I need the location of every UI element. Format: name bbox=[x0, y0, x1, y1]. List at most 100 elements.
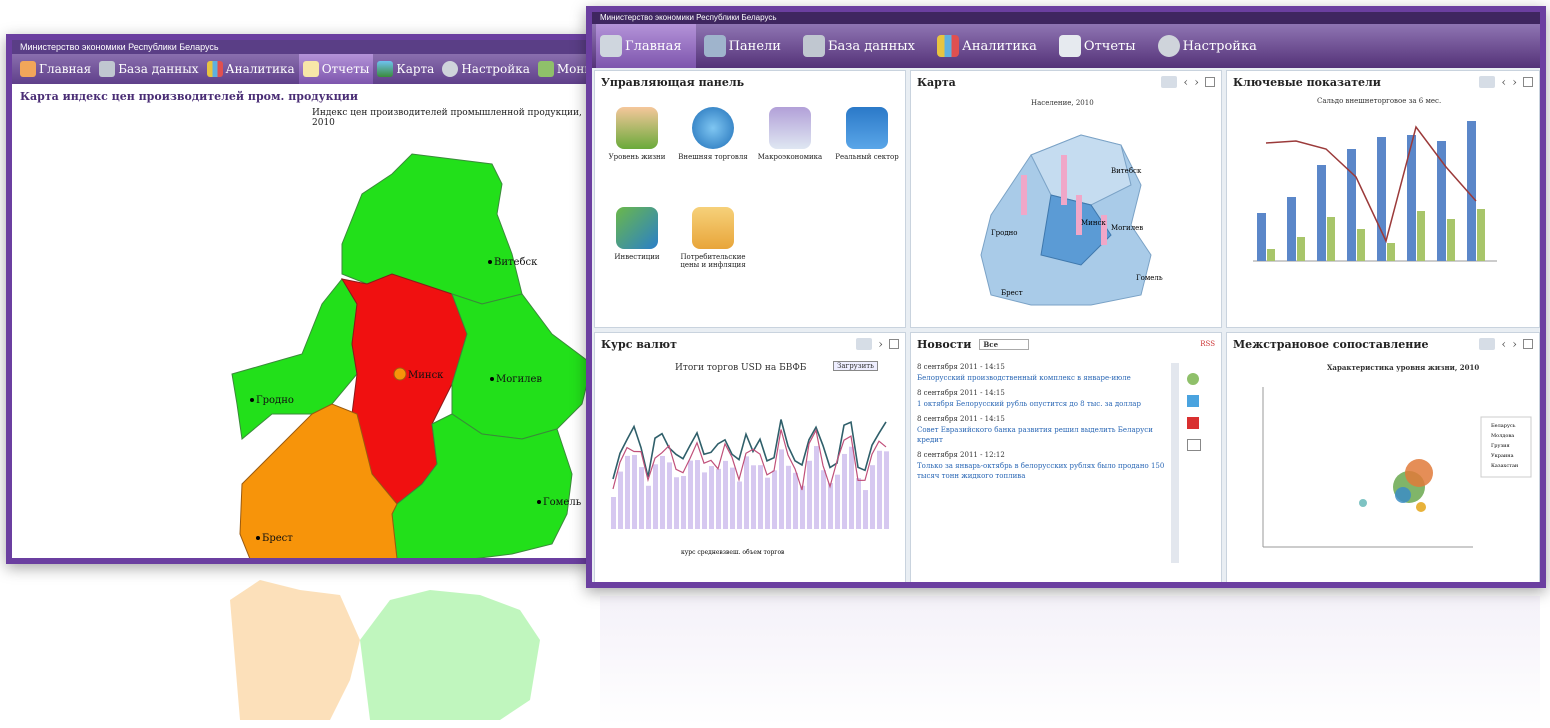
nav-reports[interactable]: Отчеты bbox=[1055, 24, 1150, 68]
map-bar bbox=[1021, 175, 1027, 215]
comparison-panel: Межстрановое сопоставление ‹ › Характери… bbox=[1226, 332, 1540, 582]
region-mogilev[interactable] bbox=[451, 293, 586, 440]
chevron-left-icon[interactable]: ‹ bbox=[1501, 75, 1506, 89]
chevron-left-icon[interactable]: ‹ bbox=[1501, 337, 1506, 351]
magnet-icon[interactable] bbox=[1187, 417, 1199, 429]
bar-blue bbox=[1377, 137, 1386, 261]
control-panel: Управляющая панель Уровень жизни Внешняя… bbox=[594, 70, 906, 328]
tile-investments[interactable]: Инвестиции bbox=[597, 207, 677, 261]
minsk-city-marker[interactable] bbox=[393, 367, 407, 381]
chevron-right-icon[interactable]: › bbox=[1512, 337, 1517, 351]
tile-macroeconomics[interactable]: Макроэкономика bbox=[750, 107, 830, 161]
news-link[interactable]: Только за январь-октябрь в белорусских р… bbox=[917, 461, 1165, 481]
nav-settings[interactable]: Настройка bbox=[438, 54, 534, 84]
price-tag-icon bbox=[692, 207, 734, 249]
nav-settings[interactable]: Настройка bbox=[1154, 24, 1271, 68]
news-link[interactable]: Белорусский производственный комплекс в … bbox=[917, 373, 1165, 383]
volume-bar bbox=[674, 477, 679, 529]
database-icon bbox=[99, 61, 116, 77]
maximize-icon[interactable] bbox=[1205, 77, 1215, 87]
bar-chart-icon bbox=[206, 61, 223, 77]
email-icon[interactable] bbox=[1187, 439, 1201, 451]
chart-toggle-icon[interactable] bbox=[1479, 76, 1496, 88]
nav-panels[interactable]: Панели bbox=[700, 24, 795, 68]
nav-database[interactable]: База данных bbox=[95, 54, 202, 84]
chart-toggle-icon[interactable] bbox=[1161, 76, 1178, 88]
nav-home[interactable]: Главная bbox=[16, 54, 95, 84]
city-brest-label: Брест bbox=[262, 533, 293, 544]
chat-icon[interactable] bbox=[1187, 373, 1199, 385]
bubble[interactable] bbox=[1405, 459, 1433, 487]
monitor-icon bbox=[537, 61, 554, 77]
news-date: 8 сентября 2011 - 14:15 bbox=[917, 363, 1005, 371]
gear-icon bbox=[442, 61, 459, 77]
nav-reports-label: Отчеты bbox=[1083, 38, 1136, 54]
chevron-right-icon[interactable]: › bbox=[878, 337, 883, 351]
dashboard-grid: Управляющая панель Уровень жизни Внешняя… bbox=[592, 68, 1540, 582]
load-button[interactable]: Загрузить bbox=[833, 361, 878, 371]
maximize-icon[interactable] bbox=[1523, 339, 1533, 349]
legend-item: Беларусь bbox=[1491, 423, 1516, 429]
nav-analytics[interactable]: Аналитика bbox=[203, 54, 299, 84]
region-vitebsk[interactable] bbox=[341, 153, 523, 305]
chart-toggle-icon[interactable] bbox=[856, 338, 873, 350]
bubble[interactable] bbox=[1359, 499, 1367, 507]
rss-link[interactable]: RSS bbox=[1200, 340, 1215, 348]
maximize-icon[interactable] bbox=[889, 339, 899, 349]
legend-item: Казахстан bbox=[1491, 463, 1519, 469]
panel-controls: ‹ › bbox=[1161, 75, 1215, 89]
nav-panels-label: Панели bbox=[728, 38, 781, 54]
city-label: Могилев bbox=[1111, 224, 1143, 232]
nav-database-label: База данных bbox=[827, 38, 915, 54]
panel-controls: › bbox=[856, 337, 899, 351]
chevron-left-icon[interactable]: ‹ bbox=[1183, 75, 1188, 89]
bubble[interactable] bbox=[1395, 487, 1411, 503]
tile-real-sector[interactable]: Реальный сектор bbox=[827, 107, 905, 161]
news-link[interactable]: 1 октября Белорусский рубль опустится до… bbox=[917, 399, 1165, 409]
volume-bar bbox=[807, 460, 812, 529]
nav-analytics[interactable]: Аналитика bbox=[933, 24, 1051, 68]
nav-home-label: Главная bbox=[625, 38, 682, 54]
right-window-reflection bbox=[600, 596, 1540, 726]
nav-analytics-label: Аналитика bbox=[961, 38, 1037, 54]
volume-bar bbox=[849, 446, 854, 529]
nav-map[interactable]: Карта bbox=[373, 54, 438, 84]
nav-home[interactable]: Главная bbox=[596, 24, 696, 68]
chart-title: Сальдо внешнеторговое за 6 мес. bbox=[1317, 97, 1442, 105]
nav-reports[interactable]: Отчеты bbox=[298, 54, 374, 84]
chevron-right-icon[interactable]: › bbox=[1194, 75, 1199, 89]
tile-foreign-trade[interactable]: Внешняя торговля bbox=[673, 107, 753, 161]
panel-header: Управляющая панель bbox=[595, 71, 905, 93]
bar-blue bbox=[1347, 149, 1356, 261]
volume-bar bbox=[646, 485, 651, 529]
tile-label: Макроэкономика bbox=[757, 153, 823, 161]
news-date: 8 сентября 2011 - 14:15 bbox=[917, 415, 1005, 423]
volume-bar bbox=[751, 465, 756, 529]
bird-icon[interactable] bbox=[1187, 395, 1199, 407]
bar-blue bbox=[1437, 141, 1446, 261]
panel-title: Курс валют bbox=[601, 337, 677, 351]
chart-toggle-icon[interactable] bbox=[1479, 338, 1496, 350]
panel-controls: ‹ › bbox=[1479, 337, 1533, 351]
city-label: Брест bbox=[1001, 289, 1023, 297]
nav-home-label: Главная bbox=[39, 62, 92, 76]
dashboard-window: Министерство экономики Республики Белару… bbox=[586, 6, 1546, 588]
tile-living-standard[interactable]: Уровень жизни bbox=[597, 107, 677, 161]
volume-bar bbox=[653, 464, 658, 529]
nav-database[interactable]: База данных bbox=[799, 24, 929, 68]
chevron-right-icon[interactable]: › bbox=[1512, 75, 1517, 89]
main-nav: Главная База данных Аналитика Отчеты Кар… bbox=[12, 54, 586, 84]
bar-green bbox=[1417, 211, 1425, 261]
tile-consumer-prices[interactable]: Потребительские цены и инфляция bbox=[673, 207, 753, 269]
nav-monitoring[interactable]: Мониторинг регионов bbox=[534, 54, 586, 84]
bubble[interactable] bbox=[1416, 502, 1426, 512]
bubble-legend: Беларусь Молдова Грузия Украина Казахста… bbox=[1480, 416, 1532, 478]
maximize-icon[interactable] bbox=[1523, 77, 1533, 87]
bar-green bbox=[1477, 209, 1485, 261]
bar-blue bbox=[1467, 121, 1476, 261]
news-filter-select[interactable]: Все bbox=[979, 338, 1030, 350]
volume-bar bbox=[702, 472, 707, 529]
scrollbar[interactable] bbox=[1171, 363, 1179, 563]
news-link[interactable]: Совет Евразийского банка развития решил … bbox=[917, 425, 1165, 445]
volume-bar bbox=[737, 481, 742, 529]
